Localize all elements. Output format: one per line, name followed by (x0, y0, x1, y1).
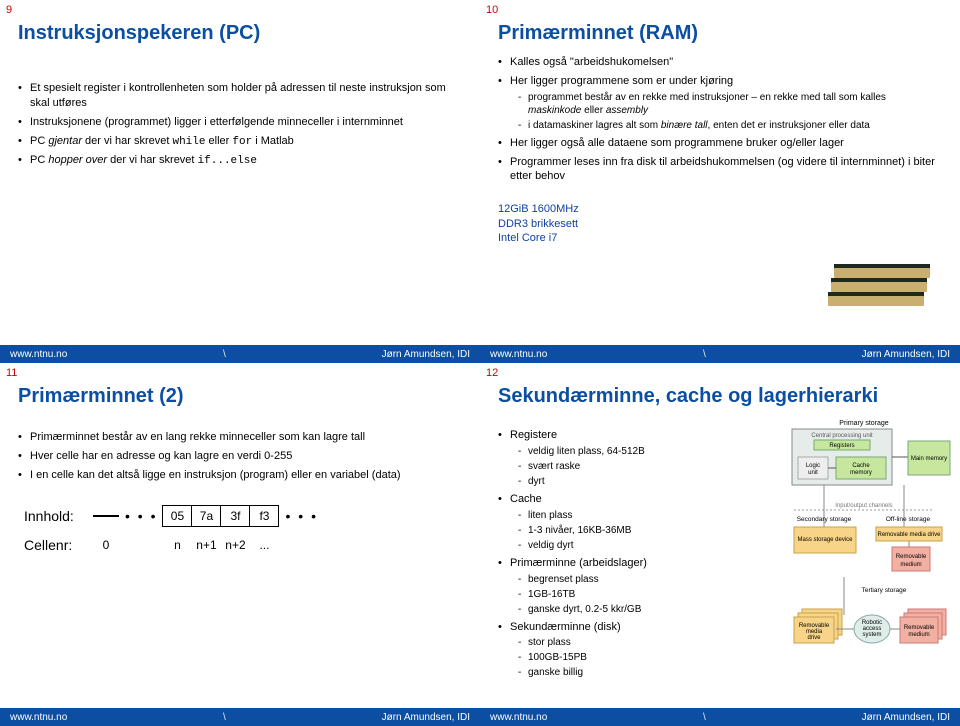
dia-label: Registers (829, 443, 854, 449)
footer-site: www.ntnu.no (10, 349, 67, 360)
dia-label: Removable (896, 554, 927, 560)
footer-author: Jørn Amundsen, IDI (382, 712, 470, 723)
bullet: PC gjentar der vi har skrevet while elle… (18, 134, 462, 150)
bullet: Instruksjonene (programmet) ligger i ett… (18, 115, 462, 130)
dia-label: medium (908, 632, 929, 638)
page-number: 10 (486, 4, 498, 16)
dia-label: Secondary storage (797, 516, 852, 523)
bullet: Cache liten plass 1-3 nivåer, 16KB-36MB … (498, 492, 754, 552)
bullet: Et spesielt register i kontrollenheten s… (18, 81, 462, 111)
bullet: Hver celle har en adresse og kan lagre e… (18, 449, 462, 464)
dia-label: Primary storage (839, 420, 889, 427)
bullet: Registere veldig liten plass, 64-512B sv… (498, 428, 754, 488)
slide-9: 9 Instruksjonspekeren (PC) Et spesielt r… (0, 0, 480, 363)
dia-label: unit (808, 470, 818, 476)
footer-slash: \ (703, 712, 706, 723)
footer-author: Jørn Amundsen, IDI (862, 712, 950, 723)
dia-label: Input/output channels (835, 503, 892, 509)
dia-label: memory (850, 470, 872, 476)
mem-cell: 05 (162, 505, 192, 527)
bullet: Her ligger programmene som er under kjør… (498, 74, 942, 132)
bullet: Primærminne (arbeidslager) begrenset pla… (498, 556, 754, 616)
dia-label: Cache (852, 463, 870, 469)
slide-footer: www.ntnu.no \ Jørn Amundsen, IDI (480, 345, 960, 363)
ram-caption: 12GiB 1600MHzDDR3 brikkesettIntel Core i… (498, 202, 942, 245)
bullet: Sekundærminne (disk) stor plass 100GB-15… (498, 620, 754, 680)
footer-site: www.ntnu.no (10, 712, 67, 723)
addr: n+2 (220, 538, 250, 552)
bullet: Kalles også "arbeidshukomelsen" (498, 55, 942, 70)
dia-label: Removable (904, 625, 935, 631)
row-label: Innhold: (24, 508, 94, 524)
bullet: Programmer leses inn fra disk til arbeid… (498, 155, 942, 185)
slide-title: Sekundærminne, cache og lagerhierarki (498, 385, 942, 408)
addr: 0 (93, 538, 119, 552)
sub-bullet: 1-3 nivåer, 16KB-36MB (518, 524, 754, 537)
addr: n (162, 538, 192, 552)
storage-hierarchy-diagram: Primary storage Central processing unit … (774, 417, 954, 697)
memory-address-row: Cellenr: 0 • • • n n+1 n+2 ... (24, 537, 462, 553)
sub-bullet: programmet består av en rekke med instru… (518, 91, 942, 117)
sub-bullet: liten plass (518, 509, 754, 522)
slide-title: Instruksjonspekeren (PC) (18, 22, 462, 45)
footer-site: www.ntnu.no (490, 712, 547, 723)
slide-12: 12 Sekundærminne, cache og lagerhierarki… (480, 363, 960, 726)
page-number: 9 (6, 4, 12, 16)
page-number: 12 (486, 367, 498, 379)
row-label: Cellenr: (24, 537, 94, 553)
ram-image (828, 260, 938, 310)
slide-title: Primærminnet (2) (18, 385, 462, 408)
bullet: PC hopper over der vi har skrevet if...e… (18, 153, 462, 169)
slide-footer: www.ntnu.no \ Jørn Amundsen, IDI (480, 708, 960, 726)
slide-footer: www.ntnu.no \ Jørn Amundsen, IDI (0, 708, 480, 726)
sub-bullet: stor plass (518, 636, 754, 649)
page-number: 11 (6, 367, 17, 379)
ellipsis: • • • (119, 508, 163, 524)
footer-author: Jørn Amundsen, IDI (862, 349, 950, 360)
bullet: Primærminnet består av en lang rekke min… (18, 430, 462, 445)
sub-bullet: begrenset plass (518, 573, 754, 586)
dia-label: drive (807, 635, 821, 641)
dia-label: Logic (806, 463, 820, 469)
dia-label: Off-line storage (886, 516, 931, 523)
footer-slash: \ (223, 712, 226, 723)
addr: ... (249, 538, 279, 552)
dia-label: Removable media drive (877, 532, 941, 538)
mem-cell: f3 (249, 505, 279, 527)
sub-bullet: 1GB-16TB (518, 588, 754, 601)
sub-bullet: veldig liten plass, 64-512B (518, 445, 754, 458)
dia-label: Tertiary storage (862, 587, 907, 594)
dia-label: Main memory (911, 456, 947, 462)
slide-footer: www.ntnu.no \ Jørn Amundsen, IDI (0, 345, 480, 363)
bullet: Her ligger også alle dataene som program… (498, 136, 942, 151)
slide-10: 10 Primærminnet (RAM) Kalles også "arbei… (480, 0, 960, 363)
bullet: I en celle kan det altså ligge en instru… (18, 468, 462, 483)
dia-label: system (862, 632, 881, 638)
memory-content-row: Innhold: • • • 05 7a 3f f3 • • • (24, 505, 462, 527)
dia-label: Mass storage device (797, 537, 853, 543)
sub-bullet: ganske dyrt, 0.2-5 kkr/GB (518, 603, 754, 616)
footer-slash: \ (703, 349, 706, 360)
footer-slash: \ (223, 349, 226, 360)
sub-bullet: veldig dyrt (518, 539, 754, 552)
slide-11: 11 Primærminnet (2) Primærminnet består … (0, 363, 480, 726)
slide-title: Primærminnet (RAM) (498, 22, 942, 45)
sub-bullet: dyrt (518, 475, 754, 488)
mem-cell: 3f (220, 505, 250, 527)
sub-bullet: svært raske (518, 460, 754, 473)
mem-cell: 7a (191, 505, 221, 527)
dia-label: medium (900, 562, 921, 568)
dia-label: Central processing unit (811, 433, 873, 439)
sub-bullet: 100GB-15PB (518, 651, 754, 664)
footer-author: Jørn Amundsen, IDI (382, 349, 470, 360)
sub-bullet: ganske billig (518, 666, 754, 679)
addr: n+1 (191, 538, 221, 552)
footer-site: www.ntnu.no (490, 349, 547, 360)
sub-bullet: i datamaskiner lagres alt som binære tal… (518, 119, 942, 132)
ellipsis: • • • (279, 508, 323, 524)
